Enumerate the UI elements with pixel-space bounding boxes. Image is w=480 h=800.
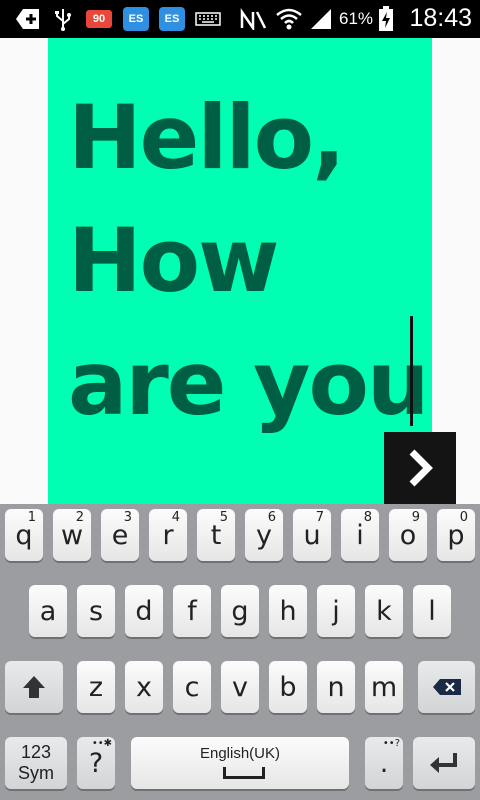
text-line: are you xyxy=(68,332,430,435)
text-canvas[interactable]: Hello, How are you xyxy=(48,38,432,504)
enter-icon xyxy=(430,753,457,773)
usb-icon xyxy=(52,6,74,32)
question-mark-key[interactable]: ••✱ ? xyxy=(77,737,115,789)
key-a[interactable]: a xyxy=(29,585,67,637)
key-g[interactable]: g xyxy=(221,585,259,637)
key-c[interactable]: c xyxy=(173,661,211,713)
key-y[interactable]: 6y xyxy=(245,509,283,561)
enter-key[interactable] xyxy=(413,737,475,789)
key-n[interactable]: n xyxy=(317,661,355,713)
text-line: How xyxy=(68,209,279,312)
editor-text[interactable]: Hello, How are you xyxy=(68,76,430,445)
backspace-key[interactable] xyxy=(418,661,475,713)
wifi-icon xyxy=(274,6,304,32)
text-cursor xyxy=(410,316,413,426)
notification-badge: 90 xyxy=(86,10,112,28)
key-h[interactable]: h xyxy=(269,585,307,637)
key-s[interactable]: s xyxy=(77,585,115,637)
key-i[interactable]: 8i xyxy=(341,509,379,561)
symbols-key[interactable]: 123 Sym xyxy=(5,737,67,789)
key-b[interactable]: b xyxy=(269,661,307,713)
text-line: Hello, xyxy=(68,86,346,189)
add-notification-icon xyxy=(14,6,42,32)
mute-icon xyxy=(238,6,268,32)
key-u[interactable]: 7u xyxy=(293,509,331,561)
key-m[interactable]: m xyxy=(365,661,403,713)
key-o[interactable]: 9o xyxy=(389,509,427,561)
es-file-explorer-icon: ES xyxy=(158,6,186,32)
backspace-icon xyxy=(432,679,461,695)
key-l[interactable]: l xyxy=(413,585,451,637)
es-file-explorer-icon: ES xyxy=(122,6,150,32)
next-button[interactable] xyxy=(384,432,456,504)
key-q[interactable]: 1q xyxy=(5,509,43,561)
key-t[interactable]: 5t xyxy=(197,509,235,561)
key-w[interactable]: 2w xyxy=(53,509,91,561)
key-d[interactable]: d xyxy=(125,585,163,637)
status-bar: 90 ES ES 61% 18:43 xyxy=(0,0,480,38)
chevron-right-icon xyxy=(409,449,433,487)
battery-percentage: 61% xyxy=(339,9,374,28)
key-v[interactable]: v xyxy=(221,661,259,713)
shift-arrow-icon xyxy=(23,676,45,698)
key-e[interactable]: 3e xyxy=(101,509,139,561)
signal-strength-icon xyxy=(308,6,334,32)
notification-count-icon: 90 xyxy=(86,6,112,32)
key-z[interactable]: z xyxy=(77,661,115,713)
key-j[interactable]: j xyxy=(317,585,355,637)
battery-charging-icon xyxy=(376,6,396,32)
key-r[interactable]: 4r xyxy=(149,509,187,561)
key-k[interactable]: k xyxy=(365,585,403,637)
space-bar[interactable]: English(UK) xyxy=(131,737,349,789)
keyboard-icon xyxy=(194,6,222,32)
clock: 18:43 xyxy=(409,4,472,32)
key-f[interactable]: f xyxy=(173,585,211,637)
soft-keyboard: 123 Sym ••✱ ? English(UK) ••? . 1q2w3e4r… xyxy=(0,504,480,800)
period-key[interactable]: ••? . xyxy=(365,737,403,789)
space-icon xyxy=(223,767,265,779)
key-p[interactable]: 0p xyxy=(437,509,475,561)
shift-key[interactable] xyxy=(5,661,63,713)
key-x[interactable]: x xyxy=(125,661,163,713)
